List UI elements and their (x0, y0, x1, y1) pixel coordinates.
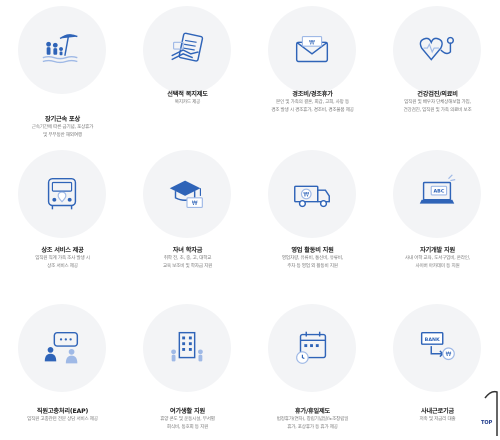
benefit-title: 자기개발 지원 (420, 247, 455, 254)
heart-stethoscope-icon (419, 36, 455, 61)
bus-location-icon (47, 177, 77, 210)
benefit-title: 직원고충처리(EAP) (36, 408, 89, 415)
scroll-top-label: TOP (481, 420, 493, 426)
benefit-icon-circle: ABC (393, 150, 481, 238)
beach-umbrella-family-icon (42, 34, 78, 64)
benefit-description: 법정휴가(연차), 창립기념일/노조창립일 휴가, 포상휴가 등 휴가 제공 (276, 417, 349, 431)
benefit-title: 장기근속 포상 (45, 116, 80, 123)
delivery-truck-icon: ₩ (294, 185, 330, 208)
benefit-title: 건강검진/의료비 (417, 91, 458, 98)
laptop-abc-icon: ABC (419, 174, 456, 204)
bank-coins-icon: BANK ₩ (420, 331, 455, 361)
benefit-title: 경조비/경조휴가 (292, 91, 333, 98)
benefit-icon-circle: ₩ (268, 6, 356, 94)
benefit-icon-circle (18, 6, 106, 94)
benefit-title: 영업 활동비 지원 (291, 247, 334, 254)
benefit-description: 복지카드 제공 (174, 100, 201, 105)
svg-text:BANK: BANK (425, 337, 440, 343)
benefit-description: 사내 어학 교육, 도서구입비, 온라인, 사이버 아카데미 등 지원 (404, 256, 471, 270)
benefit-icon-circle: BANK ₩ (393, 304, 481, 392)
svg-text:₩: ₩ (192, 201, 198, 207)
svg-text:₩: ₩ (309, 40, 315, 46)
benefit-icon-circle (18, 304, 106, 392)
svg-text:₩: ₩ (446, 352, 452, 358)
benefit-icon-circle (143, 6, 231, 94)
graduation-cap-money-icon: ₩ (169, 180, 203, 208)
benefit-description: 휴양 콘도 및 운동시설, 부서별 회식비, 동호회 등 지원 (160, 417, 215, 431)
benefit-title: 여가생활 지원 (170, 408, 205, 415)
scroll-top-arrow-icon (484, 390, 498, 436)
benefit-title: 선택적 복지제도 (167, 91, 208, 98)
calendar-clock-icon (296, 331, 327, 364)
card-document-icon (171, 32, 204, 62)
chat-bubbles-icon (44, 331, 79, 364)
building-people-icon (171, 331, 203, 362)
benefit-icon-circle: ₩ (268, 150, 356, 238)
benefit-icon-circle (268, 304, 356, 392)
benefit-icon-circle: ₩ (143, 150, 231, 238)
benefit-title: 자녀 학자금 (172, 247, 203, 254)
benefit-icon-circle (393, 6, 481, 94)
benefit-description: 취학 전, 초, 중, 고, 대학교 교육 보조비 및 학자금 지원 (162, 256, 213, 270)
scroll-top-button[interactable]: TOP (472, 388, 500, 440)
benefits-grid: 장기근속 포상 근속기간에 따른 금기념, 포상휴가 및 부부동반 해외여행 선… (0, 0, 500, 440)
benefit-description: 임직원 고충관련 전문 상담 서비스 제공 (27, 417, 98, 422)
benefit-description: 본인 및 가족의 결혼, 회갑, 고희, 사망 등 경조 발생 시 경조휴가, … (271, 100, 354, 114)
svg-text:ABC: ABC (433, 189, 444, 195)
benefit-description: 근속기간에 따른 금기념, 포상휴가 및 부부동반 해외여행 (31, 125, 94, 139)
benefit-title: 상조 서비스 제공 (41, 247, 84, 254)
benefit-description: 영업차량, 유류비, 통신비, 유류비, 주차 등 영업 외 활동비 지원 (281, 256, 344, 270)
benefit-icon-circle (18, 150, 106, 238)
benefit-description: 임직원 및 배우자 단체상해보험 가입, 건강검진, 임직원 및 가족 의료비 … (403, 100, 472, 114)
envelope-money-icon: ₩ (295, 36, 329, 63)
benefit-description: 임직원 직계 가족 조사 발생 시 상조 서비스 제공 (35, 256, 90, 270)
benefit-icon-circle (143, 304, 231, 392)
svg-text:₩: ₩ (303, 192, 309, 198)
benefit-title: 휴가/휴일제도 (294, 408, 330, 415)
